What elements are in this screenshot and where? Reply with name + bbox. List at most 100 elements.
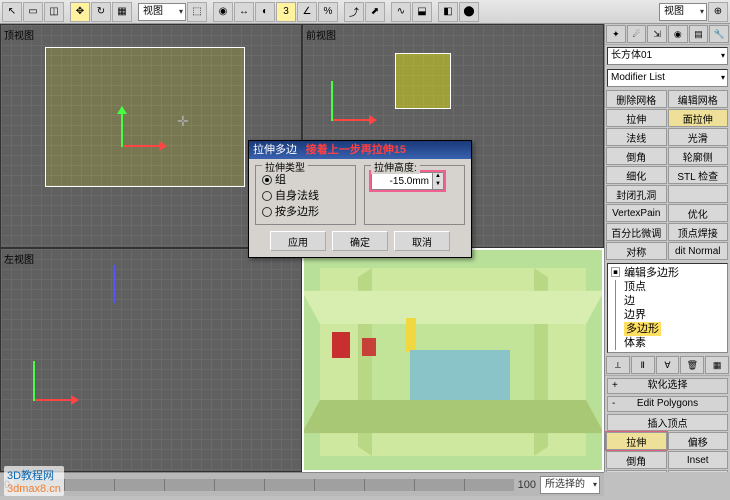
delete-mesh-button[interactable]: 删除网格 <box>606 90 667 108</box>
edit-poly-rollout[interactable]: Edit Polygons <box>607 396 728 412</box>
selection-box <box>45 47 245 187</box>
extrude-button[interactable]: 拉伸 <box>606 109 667 127</box>
tool-snap3-icon[interactable]: 3 <box>276 2 296 22</box>
arrow-y-icon <box>71 395 84 405</box>
symmetry-button[interactable]: 对称 <box>606 242 667 260</box>
extrude-height-input[interactable] <box>372 173 432 189</box>
tool-array-icon[interactable]: ◐ <box>255 2 275 22</box>
show-result-icon[interactable]: Ⅱ <box>631 356 655 374</box>
spinner-up-icon[interactable]: ▲ <box>432 173 443 181</box>
object-name-field[interactable]: 长方体01 <box>607 47 728 65</box>
tool-percent-icon[interactable]: % <box>318 2 338 22</box>
tool-move-icon[interactable]: ✥ <box>70 2 90 22</box>
ok-button[interactable]: 确定 <box>332 231 388 251</box>
modify-tab-icon[interactable]: ☄ <box>627 25 647 43</box>
tool-region-icon[interactable]: ▭ <box>23 2 43 22</box>
tool-render-icon[interactable]: ⬤ <box>459 2 479 22</box>
radio-local[interactable]: 自身法线 <box>262 188 349 204</box>
spinner-down-icon[interactable]: ▼ <box>432 181 443 189</box>
cap-holes-button[interactable]: 封闭孔洞 <box>606 185 667 203</box>
axis-x-icon <box>331 119 371 121</box>
tool-angle-icon[interactable]: ∠ <box>297 2 317 22</box>
apply-button[interactable]: 应用 <box>270 231 326 251</box>
stack-vertex[interactable]: 顶点 <box>610 280 725 294</box>
viewport-left-label: 左视图 <box>4 251 34 266</box>
tool-align-icon[interactable]: ◉ <box>213 2 233 22</box>
make-unique-icon[interactable]: ∀ <box>656 356 680 374</box>
utilities-tab-icon[interactable]: 🔧 <box>709 25 729 43</box>
axis-z-blue-icon <box>113 265 115 303</box>
motion-tab-icon[interactable]: ◉ <box>668 25 688 43</box>
selection-status[interactable]: 所选择的 <box>540 476 600 494</box>
poly-chamfer-button[interactable]: 倒角 <box>606 451 667 469</box>
stl-check-button[interactable]: STL 检查 <box>668 166 729 184</box>
poly-extrude-button[interactable]: 拉伸 <box>606 432 667 450</box>
reference-dropdown[interactable]: 视图 <box>138 3 186 21</box>
optimize-button[interactable]: 优化 <box>668 204 729 222</box>
stack-polygon[interactable]: 多边形 <box>610 322 725 336</box>
smooth-button[interactable]: 光滑 <box>668 128 729 146</box>
view-dropdown[interactable]: 视图 <box>659 3 707 21</box>
soften-rollout[interactable]: 软化选择 <box>607 378 728 394</box>
tessellate-button[interactable]: 细化 <box>606 166 667 184</box>
tool-scale-icon[interactable]: ▦ <box>112 2 132 22</box>
tool-select-icon[interactable]: ↖ <box>2 2 22 22</box>
radio-group[interactable]: 组 <box>262 172 349 188</box>
vertex-weld-button[interactable]: 顶点焊接 <box>668 223 729 241</box>
radio-on-icon <box>262 175 272 185</box>
tool-layer-icon[interactable]: ⬈ <box>365 2 385 22</box>
blank-button[interactable] <box>668 185 729 203</box>
timeline[interactable]: 0 100 所选择的 <box>0 472 604 496</box>
main-toolbar: ↖ ▭ ◫ ✥ ↻ ▦ 视图 ⬚ ◉ ↔ ◐ 3 ∠ % ⤴ ⬈ ∿ ⬓ ◧ ⬤… <box>0 0 730 24</box>
dialog-title: 拉伸多边 <box>253 144 297 156</box>
poly-edit-buttons: 拉伸 偏移 倒角 Inset 三角状 镜像 Hinge From Edge <box>605 431 730 472</box>
modifier-list-dropdown[interactable]: Modifier List <box>607 69 728 87</box>
modifier-buttons: 删除网格 编辑网格 拉伸 面拉伸 法线 光滑 倒角 轮廓侧 细化 STL 检查 … <box>605 89 730 261</box>
stack-edge[interactable]: 边 <box>610 294 725 308</box>
configure-icon[interactable]: ▦ <box>705 356 729 374</box>
tool-snap-icon[interactable]: ⬚ <box>187 2 207 22</box>
create-tab-icon[interactable]: ✦ <box>606 25 626 43</box>
pin-stack-icon[interactable]: ⟂ <box>606 356 630 374</box>
radio-poly[interactable]: 按多边形 <box>262 204 349 220</box>
display-tab-icon[interactable]: ▤ <box>689 25 709 43</box>
extrude-dialog: 拉伸多边 接着上一步再拉伸15 拉伸类型 组 自身法线 按多边形 拉伸高度: ▲… <box>248 140 472 258</box>
hierarchy-tab-icon[interactable]: ⇲ <box>647 25 667 43</box>
dialog-titlebar[interactable]: 拉伸多边 接着上一步再拉伸15 <box>249 141 471 159</box>
stack-element[interactable]: 体素 <box>610 336 725 350</box>
edit-normals-button[interactable]: dit Normal <box>668 242 729 260</box>
poly-inset-button[interactable]: Inset <box>668 451 729 469</box>
poly-mirror-button[interactable]: 镜像 <box>668 470 729 472</box>
chamfer-button[interactable]: 倒角 <box>606 147 667 165</box>
timeline-track[interactable] <box>14 479 514 491</box>
vertex-paint-button[interactable]: VertexPain <box>606 204 667 222</box>
poly-bevel-button[interactable]: 偏移 <box>668 432 729 450</box>
axis-z-icon <box>33 361 35 401</box>
outline-button[interactable]: 轮廓侧 <box>668 147 729 165</box>
face-extrude-button[interactable]: 面拉伸 <box>668 109 729 127</box>
stack-root: 编辑多边形 <box>624 267 679 279</box>
insert-vertex-button[interactable]: 插入顶点 <box>607 414 728 431</box>
extrude-height-spinner[interactable]: ▲▼ <box>371 172 444 190</box>
viewport-left[interactable]: 左视图 <box>0 248 302 472</box>
stack-border[interactable]: 边界 <box>610 308 725 322</box>
tool-zoom-icon[interactable]: ⊕ <box>708 2 728 22</box>
normal-button[interactable]: 法线 <box>606 128 667 146</box>
tool-rotate-icon[interactable]: ↻ <box>91 2 111 22</box>
tool-mirror-icon[interactable]: ↔ <box>234 2 254 22</box>
modifier-stack[interactable]: ▣ 编辑多边形 顶点 边 边界 多边形 体素 <box>607 263 728 353</box>
stack-tools: ⟂ Ⅱ ∀ 🗑 ▦ <box>605 355 730 376</box>
frame-100: 100 <box>518 479 536 491</box>
remove-mod-icon[interactable]: 🗑 <box>680 356 704 374</box>
viewport-top-label: 顶视图 <box>4 27 34 42</box>
tool-material-icon[interactable]: ◧ <box>438 2 458 22</box>
tool-named-icon[interactable]: ⤴ <box>344 2 364 22</box>
poly-triangulate-button[interactable]: 三角状 <box>606 470 667 472</box>
cancel-button[interactable]: 取消 <box>394 231 450 251</box>
edit-mesh-button[interactable]: 编辑网格 <box>668 90 729 108</box>
percent-snap-button[interactable]: 百分比微调 <box>606 223 667 241</box>
viewport-perspective[interactable] <box>302 248 604 472</box>
tool-window-icon[interactable]: ◫ <box>44 2 64 22</box>
tool-curve-icon[interactable]: ∿ <box>391 2 411 22</box>
tool-schematic-icon[interactable]: ⬓ <box>412 2 432 22</box>
